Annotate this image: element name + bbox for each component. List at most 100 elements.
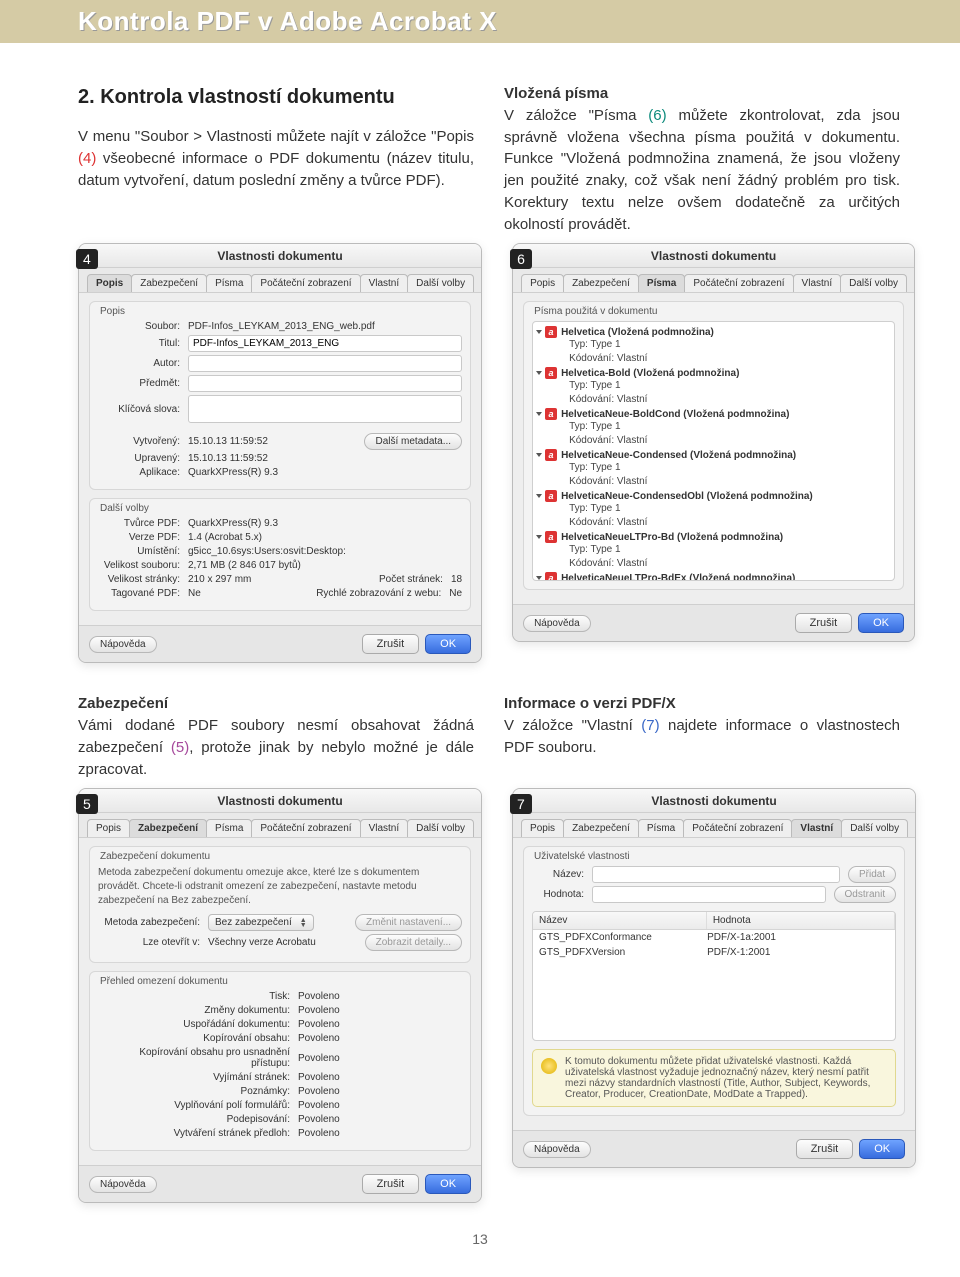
input-hodnota[interactable]: [592, 886, 825, 903]
font-item: aHelveticaNeue-BoldCond (Vložená podmnož…: [537, 408, 888, 447]
btn-cancel[interactable]: Zrušit: [362, 1174, 420, 1194]
btn-meta[interactable]: Další metadata...: [364, 433, 462, 450]
ref-6: (6): [648, 107, 666, 124]
btn-ok[interactable]: OK: [425, 634, 471, 654]
tab-zabezpeceni[interactable]: Zabezpečení: [563, 819, 639, 837]
tab-popis[interactable]: Popis: [87, 819, 130, 837]
value-tvurce: QuarkXPress(R) 9.3: [188, 518, 462, 529]
btn-show-detail: Zobrazit detaily...: [365, 934, 462, 951]
page-title: Kontrola PDF v Adobe Acrobat X: [78, 6, 960, 37]
label-upraveny: Upravený:: [98, 453, 188, 464]
label-verze: Verze PDF:: [98, 532, 188, 543]
btn-cancel[interactable]: Zrušit: [795, 613, 853, 633]
input-autor[interactable]: [188, 355, 462, 372]
input-titul[interactable]: [188, 335, 462, 352]
btn-cancel[interactable]: Zrušit: [362, 634, 420, 654]
font-list: aHelvetica (Vložená podmnožina)Typ: Type…: [532, 321, 895, 581]
tabs-bar: Popis Zabezpečení Písma Počáteční zobraz…: [513, 268, 914, 293]
restriction-row: Změny dokumentu:Povoleno: [98, 1005, 462, 1016]
label-method: Metoda zabezpečení:: [98, 917, 208, 928]
figure-badge-6: 6: [510, 249, 532, 269]
font-item: aHelvetica-Bold (Vložená podmnožina)Typ:…: [537, 367, 888, 406]
tab-vlastni[interactable]: Vlastní: [360, 819, 409, 837]
text-block-c: Zabezpečení Vámi dodané PDF soubory nesm…: [78, 693, 474, 780]
table-row[interactable]: GTS_PDFXVersionPDF/X-1:2001: [533, 945, 895, 960]
subheading-pdfx: Informace o verzi PDF/X: [504, 693, 900, 715]
tab-zabezpeceni[interactable]: Zabezpečení: [131, 274, 207, 292]
tab-pocatecni[interactable]: Počáteční zobrazení: [251, 819, 360, 837]
tab-zabezpeceni[interactable]: Zabezpečení: [129, 819, 207, 837]
btn-help[interactable]: Nápověda: [523, 1141, 591, 1158]
tab-dalsi[interactable]: Další volby: [407, 274, 474, 292]
tab-pisma[interactable]: Písma: [206, 819, 252, 837]
font-item: aHelveticaNeueLTPro-Bd (Vložená podmnoži…: [537, 531, 888, 570]
btn-ok[interactable]: OK: [858, 613, 904, 633]
btn-help[interactable]: Nápověda: [89, 1176, 157, 1193]
btn-delete: Odstranit: [834, 886, 897, 903]
tab-dalsi[interactable]: Další volby: [840, 274, 907, 292]
restriction-row: Tisk:Povoleno: [98, 991, 462, 1002]
tab-popis[interactable]: Popis: [521, 274, 564, 292]
text-b2: můžete zkontrolovat, zda jsou správně vl…: [504, 107, 900, 233]
ref-4: (4): [78, 150, 96, 167]
th-name: Název: [533, 912, 707, 929]
label-autor: Autor:: [98, 358, 188, 369]
tab-pocatecni[interactable]: Počáteční zobrazení: [251, 274, 360, 292]
tab-pocatecni[interactable]: Počáteční zobrazení: [683, 819, 792, 837]
tab-pisma[interactable]: Písma: [638, 819, 684, 837]
tab-popis[interactable]: Popis: [87, 274, 132, 292]
group-restrict-title: Přehled omezení dokumentu: [98, 976, 462, 987]
text-block-d: Informace o verzi PDF/X V záložce "Vlast…: [504, 693, 900, 780]
label-nazev: Název:: [532, 869, 592, 880]
btn-ok[interactable]: OK: [859, 1139, 905, 1159]
tab-zabezpeceni[interactable]: Zabezpečení: [563, 274, 639, 292]
custom-props-table: NázevHodnota GTS_PDFXConformancePDF/X-1a…: [532, 911, 896, 1041]
label-hodnota: Hodnota:: [532, 889, 592, 900]
font-item: aHelveticaNeue-Condensed (Vložená podmno…: [537, 449, 888, 488]
dialog-title: Vlastnosti dokumentu: [79, 789, 481, 813]
value-open: Všechny verze Acrobatu: [208, 937, 365, 948]
dialog-7-vlastni: Vlastnosti dokumentu Popis Zabezpečení P…: [512, 788, 916, 1168]
btn-help[interactable]: Nápověda: [89, 636, 157, 653]
dialog-title: Vlastnosti dokumentu: [513, 244, 914, 268]
text-block-a: 2. Kontrola vlastností dokumentu V menu …: [78, 83, 474, 235]
tab-pocatecni[interactable]: Počáteční zobrazení: [684, 274, 793, 292]
hint-text: K tomuto dokumentu můžete přidat uživate…: [565, 1056, 887, 1100]
text-block-b: Vložená písma V záložce "Písma (6) můžet…: [504, 83, 900, 235]
label-predmet: Předmět:: [98, 378, 188, 389]
restriction-row: Podepisování:Povoleno: [98, 1114, 462, 1125]
label-open: Lze otevřít v:: [98, 937, 208, 948]
page-header: Kontrola PDF v Adobe Acrobat X: [0, 0, 960, 43]
tab-popis[interactable]: Popis: [521, 819, 564, 837]
label-stranka: Velikost stránky:: [98, 574, 188, 585]
dialog-4-popis: Vlastnosti dokumentu Popis Zabezpečení P…: [78, 243, 482, 663]
btn-ok[interactable]: OK: [425, 1174, 471, 1194]
ref-5: (5): [171, 739, 189, 756]
value-pocet: 18: [451, 574, 462, 585]
btn-cancel[interactable]: Zrušit: [796, 1139, 854, 1159]
tab-dalsi[interactable]: Další volby: [841, 819, 908, 837]
font-item: aHelvetica (Vložená podmnožina)Typ: Type…: [537, 326, 888, 365]
label-soubor: Soubor:: [98, 321, 188, 332]
tab-vlastni[interactable]: Vlastní: [360, 274, 409, 292]
select-method[interactable]: Bez zabezpečení▲▼: [208, 914, 314, 931]
input-predmet[interactable]: [188, 375, 462, 392]
value-soubor: PDF-Infos_LEYKAM_2013_ENG_web.pdf: [188, 321, 462, 332]
font-item: aHelveticaNeue-CondensedObl (Vložená pod…: [537, 490, 888, 529]
section-heading-2: 2. Kontrola vlastností dokumentu: [78, 83, 474, 112]
dialog-title: Vlastnosti dokumentu: [513, 789, 915, 813]
input-nazev[interactable]: [592, 866, 840, 883]
tab-pisma[interactable]: Písma: [206, 274, 252, 292]
tab-dalsi[interactable]: Další volby: [407, 819, 474, 837]
label-pocet: Počet stránek:: [379, 574, 451, 585]
restriction-row: Kopírování obsahu pro usnadnění přístupu…: [98, 1047, 462, 1069]
tab-pisma[interactable]: Písma: [638, 274, 685, 292]
table-row[interactable]: GTS_PDFXConformancePDF/X-1a:2001: [533, 930, 895, 945]
input-klic[interactable]: [188, 395, 462, 423]
btn-help[interactable]: Nápověda: [523, 615, 591, 632]
tab-vlastni[interactable]: Vlastní: [791, 819, 842, 837]
tab-vlastni[interactable]: Vlastní: [793, 274, 842, 292]
group-popis-title: Popis: [98, 306, 462, 317]
text-d1: V záložce "Vlastní: [504, 717, 641, 734]
restriction-row: Uspořádání dokumentu:Povoleno: [98, 1019, 462, 1030]
